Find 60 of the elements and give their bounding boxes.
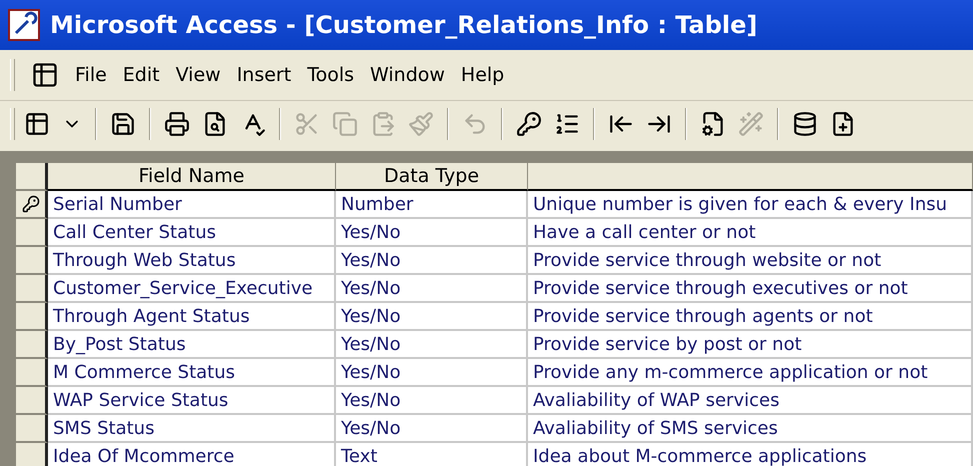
menu-item[interactable]: Help	[460, 64, 504, 86]
table-cell: Through Web Status	[48, 247, 336, 275]
key-icon	[22, 195, 40, 213]
table-cell: Text	[336, 443, 528, 466]
column-header[interactable]	[528, 163, 973, 191]
row-selector[interactable]	[16, 443, 48, 466]
menu-item[interactable]: Edit	[122, 64, 160, 86]
table-cell: Serial Number	[48, 191, 336, 219]
row-selector[interactable]	[16, 415, 48, 443]
table-cell: Yes/No	[336, 219, 528, 247]
table-cell: Provide any m-commerce application or not	[528, 359, 973, 387]
table-cell: By_Post Status	[48, 331, 336, 359]
row-selector[interactable]	[16, 331, 48, 359]
row-selector[interactable]	[16, 303, 48, 331]
row-selector[interactable]	[16, 359, 48, 387]
table-cell: Yes/No	[336, 387, 528, 415]
row-selector[interactable]	[16, 387, 48, 415]
table-cell: Yes/No	[336, 415, 528, 443]
table-cell: WAP Service Status	[48, 387, 336, 415]
table-cell: M Commerce Status	[48, 359, 336, 387]
row-selector[interactable]	[16, 219, 48, 247]
database-icon[interactable]	[792, 111, 818, 137]
row-selector[interactable]	[16, 247, 48, 275]
table-cell: SMS Status	[48, 415, 336, 443]
table-cell: Provide service through executives or not	[528, 275, 973, 303]
table-cell: Yes/No	[336, 275, 528, 303]
table-cell: Unique number is given for each & every Insu	[528, 191, 973, 219]
table-cell: Yes/No	[336, 247, 528, 275]
table-cell: Provide service through agents or not	[528, 303, 973, 331]
menu-item[interactable]: Insert	[236, 64, 292, 86]
table-cell: Number	[336, 191, 528, 219]
printer-icon[interactable]	[164, 111, 190, 137]
table-cell: Provide service by post or not	[528, 331, 973, 359]
window-title: Microsoft Access - [Customer_Relations_Info : Table]	[50, 11, 758, 39]
menu-item[interactable]: View	[176, 64, 221, 86]
table-cell: Idea about M-commerce applications	[528, 443, 973, 466]
table-cell: Yes/No	[336, 331, 528, 359]
row-selector[interactable]	[16, 191, 48, 219]
row-selector[interactable]	[16, 275, 48, 303]
table-cell: Avaliability of WAP services	[528, 387, 973, 415]
table-cell: Idea Of Mcommerce	[48, 443, 336, 466]
column-header[interactable]: Data Type	[336, 163, 528, 191]
save-icon[interactable]	[110, 111, 136, 137]
column-header[interactable]: Field Name	[48, 163, 336, 191]
table-window-icon[interactable]	[31, 61, 59, 89]
table-cell: Customer_Service_Executive	[48, 275, 336, 303]
menu-item[interactable]: Window	[370, 64, 445, 86]
select-all-corner[interactable]	[16, 163, 48, 191]
menu-item[interactable]: Tools	[307, 64, 354, 86]
key-icon[interactable]	[516, 111, 542, 137]
table-cell: Provide service through website or not	[528, 247, 973, 275]
properties-icon[interactable]	[700, 111, 726, 137]
table-cell: Yes/No	[336, 359, 528, 387]
table-cell: Through Agent Status	[48, 303, 336, 331]
table-view-icon[interactable]	[24, 111, 50, 137]
table-cell: Yes/No	[336, 303, 528, 331]
table-cell: Have a call center or not	[528, 219, 973, 247]
table-cell: Call Center Status	[48, 219, 336, 247]
table-cell: Avaliability of SMS services	[528, 415, 973, 443]
menu-item[interactable]: File	[75, 64, 107, 86]
